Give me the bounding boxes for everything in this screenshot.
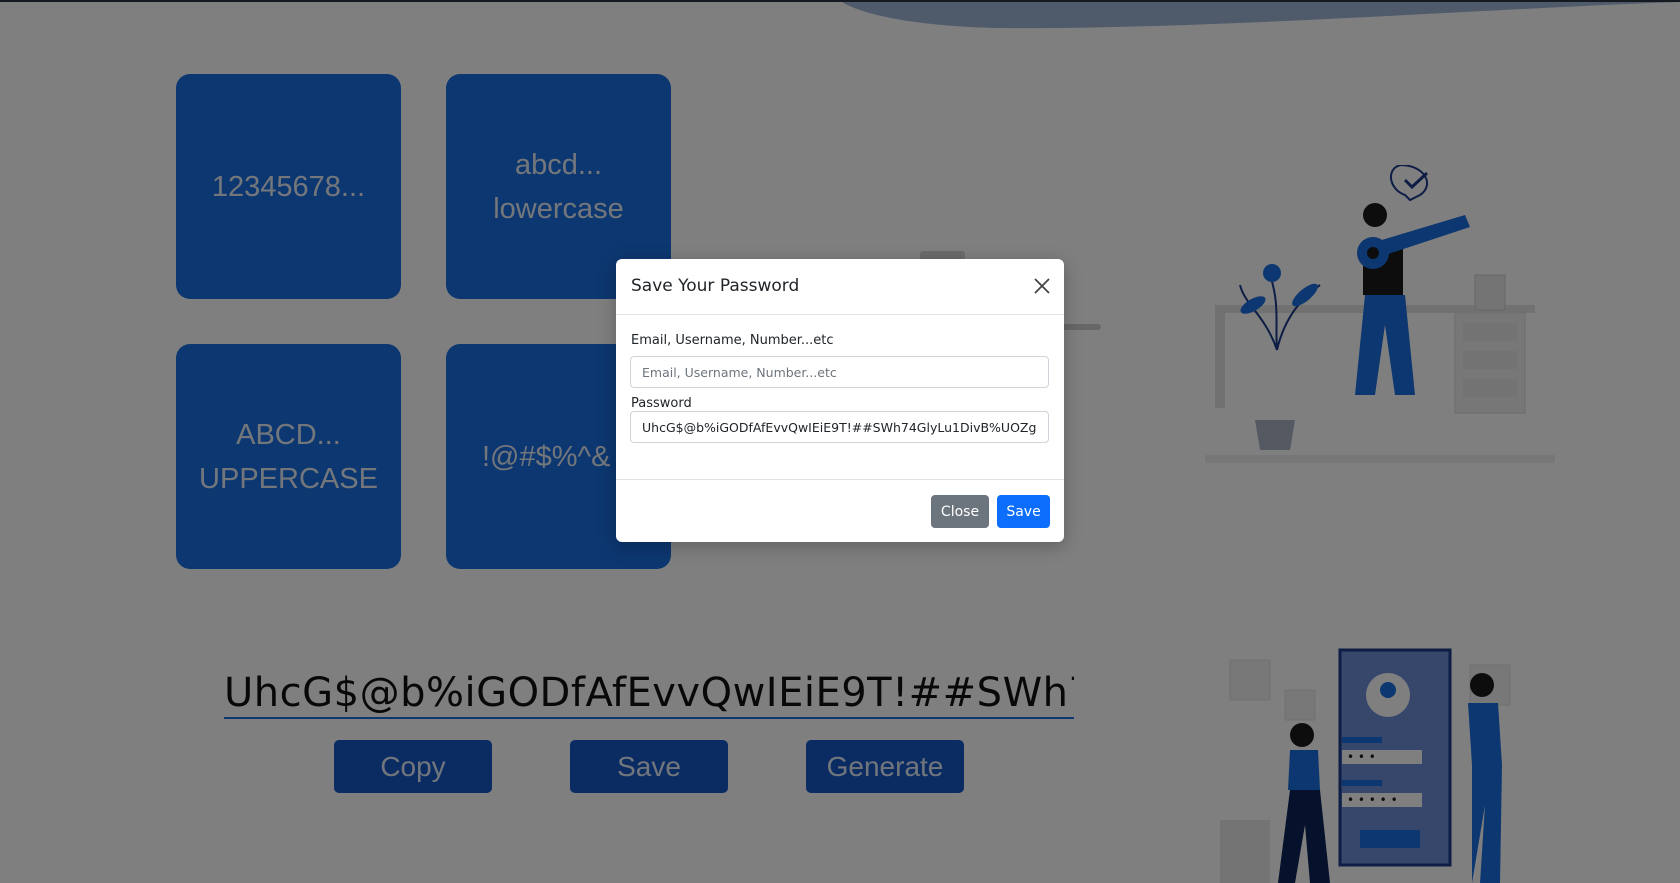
modal-body: Email, Username, Number...etc Password [616,315,1064,480]
password-label: Password [631,396,692,411]
modal-close-button[interactable]: Close [931,495,989,528]
account-label: Email, Username, Number...etc [631,333,834,348]
modal-save-button[interactable]: Save [997,495,1050,528]
page: 12345678... abcd... lowercase ABCD... UP… [0,0,1680,883]
password-input[interactable] [630,411,1049,443]
account-input[interactable] [630,356,1049,388]
modal-title: Save Your Password [631,276,800,296]
modal-header: Save Your Password [616,259,1064,315]
save-password-modal: Save Your Password Email, Username, Numb… [616,259,1064,542]
close-icon[interactable] [1032,276,1052,296]
modal-footer: Close Save [616,480,1064,543]
